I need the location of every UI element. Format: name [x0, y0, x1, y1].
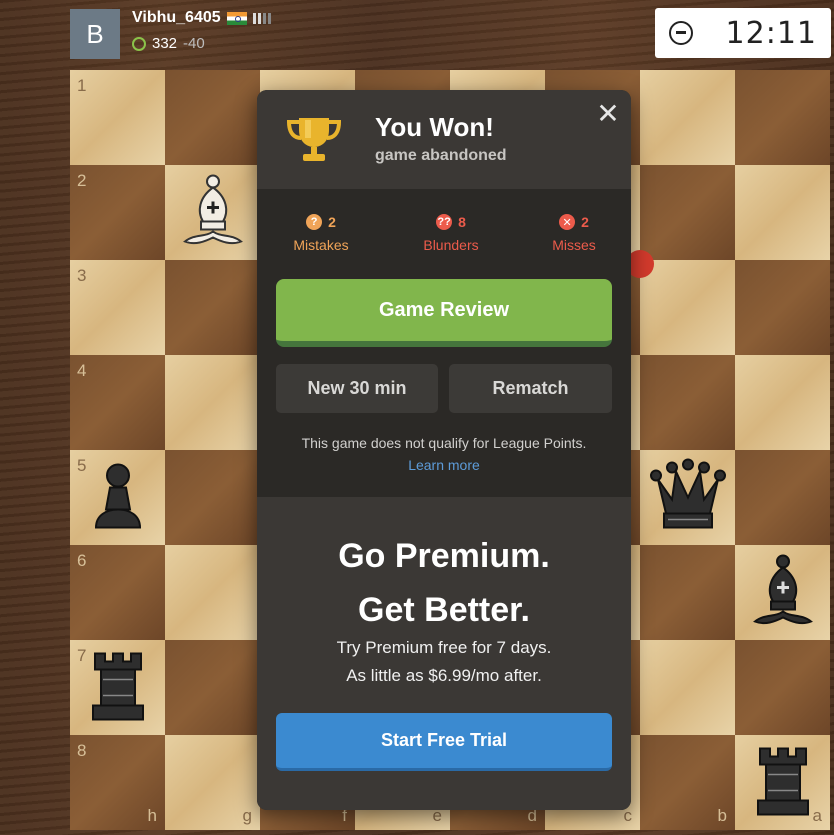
player-bar: B Vibhu_6405 332 -40 — [70, 9, 630, 59]
player-rating-row: 332 -40 — [132, 35, 205, 52]
modal-header: You Won! game abandoned ✕ — [257, 90, 631, 189]
misses-count: 2 — [581, 214, 589, 230]
india-flag-icon — [226, 11, 247, 25]
file-label: b — [717, 806, 727, 825]
player-name[interactable]: Vibhu_6405 — [132, 9, 221, 27]
board-square[interactable] — [735, 165, 830, 260]
black-queen-icon[interactable] — [649, 457, 726, 538]
premium-sub-line2: As little as $6.99/mo after. — [346, 666, 542, 685]
game-stats: ? 2 Mistakes ?? 8 Blunders ✕ 2 Misses — [257, 214, 631, 258]
start-free-trial-button[interactable]: Start Free Trial — [276, 713, 612, 771]
game-review-button[interactable]: Game Review — [276, 279, 612, 347]
result-subtitle: game abandoned — [375, 147, 507, 164]
board-square[interactable]: 1 — [70, 70, 165, 165]
black-rook-icon[interactable] — [87, 647, 149, 728]
premium-title-line2: Get Better. — [358, 591, 530, 629]
premium-promo: Go Premium. Get Better. Try Premium free… — [257, 497, 631, 810]
board-square[interactable]: a — [735, 735, 830, 830]
board-square[interactable] — [165, 640, 260, 735]
new-game-button[interactable]: New 30 min — [276, 364, 438, 413]
board-square[interactable] — [640, 450, 735, 545]
rating-change: -40 — [183, 35, 205, 52]
board-square[interactable] — [165, 70, 260, 165]
file-label: h — [147, 806, 157, 825]
board-square[interactable]: g — [165, 735, 260, 830]
mistake-icon: ? — [306, 214, 323, 230]
rank-label: 6 — [77, 551, 87, 570]
game-over-modal: You Won! game abandoned ✕ ? 2 Mistakes ?… — [257, 90, 631, 810]
blunders-label: Blunders — [423, 237, 479, 253]
board-square[interactable] — [165, 450, 260, 545]
stat-blunders[interactable]: ?? 8 Blunders — [417, 214, 485, 253]
player-rating: 332 — [152, 35, 178, 52]
board-square[interactable]: b — [640, 735, 735, 830]
mistakes-label: Mistakes — [293, 237, 349, 253]
file-label: g — [242, 806, 252, 825]
board-square[interactable] — [735, 260, 830, 355]
board-square[interactable]: 7 — [70, 640, 165, 735]
premium-title-line1: Go Premium. — [338, 537, 550, 575]
board-square[interactable]: 5 — [70, 450, 165, 545]
connection-signal-icon — [252, 12, 271, 24]
premium-sub-line1: Try Premium free for 7 days. — [336, 638, 552, 657]
board-square[interactable] — [165, 355, 260, 450]
stat-misses[interactable]: ✕ 2 Misses — [543, 214, 605, 253]
blunders-count: 8 — [458, 214, 466, 230]
black-rook-icon[interactable] — [752, 742, 814, 823]
board-square[interactable] — [735, 355, 830, 450]
stat-mistakes[interactable]: ? 2 Mistakes — [287, 214, 355, 253]
board-square[interactable] — [735, 450, 830, 545]
black-pawn-icon[interactable] — [88, 459, 148, 536]
rank-label: 7 — [77, 646, 87, 665]
board-square[interactable] — [165, 165, 260, 260]
board-square[interactable]: 3 — [70, 260, 165, 355]
rank-label: 8 — [77, 741, 87, 760]
board-square[interactable] — [735, 70, 830, 165]
rank-label: 2 — [77, 171, 87, 190]
file-label: a — [812, 806, 822, 825]
clock-icon — [669, 21, 693, 45]
result-title: You Won! — [375, 112, 494, 142]
blunder-icon: ?? — [436, 214, 453, 230]
board-square[interactable] — [735, 640, 830, 735]
trophy-icon — [286, 118, 342, 161]
board-square[interactable]: 2 — [70, 165, 165, 260]
game-clock: 12:11 — [655, 8, 831, 58]
board-square[interactable] — [735, 545, 830, 640]
board-square[interactable] — [165, 260, 260, 355]
white-bishop-icon[interactable] — [179, 171, 247, 254]
close-button[interactable]: ✕ — [595, 100, 621, 128]
timer-icon — [132, 36, 146, 51]
board-square[interactable] — [640, 640, 735, 735]
rematch-button[interactable]: Rematch — [449, 364, 612, 413]
rank-label: 1 — [77, 76, 87, 95]
miss-icon: ✕ — [559, 214, 576, 230]
clock-time: 12:11 — [725, 15, 817, 51]
mistakes-count: 2 — [328, 214, 336, 230]
board-square[interactable] — [640, 260, 735, 355]
rank-label: 5 — [77, 456, 87, 475]
learn-more-link[interactable]: Learn more — [257, 457, 631, 473]
avatar[interactable]: B — [70, 9, 120, 59]
board-square[interactable]: 6 — [70, 545, 165, 640]
board-square[interactable] — [165, 545, 260, 640]
board-square[interactable]: 8h — [70, 735, 165, 830]
board-square[interactable] — [640, 70, 735, 165]
board-square[interactable] — [640, 355, 735, 450]
league-note: This game does not qualify for League Po… — [301, 435, 587, 451]
rank-label: 3 — [77, 266, 87, 285]
misses-label: Misses — [552, 237, 596, 253]
rank-label: 4 — [77, 361, 87, 380]
board-square[interactable] — [640, 545, 735, 640]
black-bishop-icon[interactable] — [749, 551, 817, 634]
board-square[interactable]: 4 — [70, 355, 165, 450]
board-square[interactable] — [640, 165, 735, 260]
player-name-row: Vibhu_6405 — [132, 9, 271, 27]
